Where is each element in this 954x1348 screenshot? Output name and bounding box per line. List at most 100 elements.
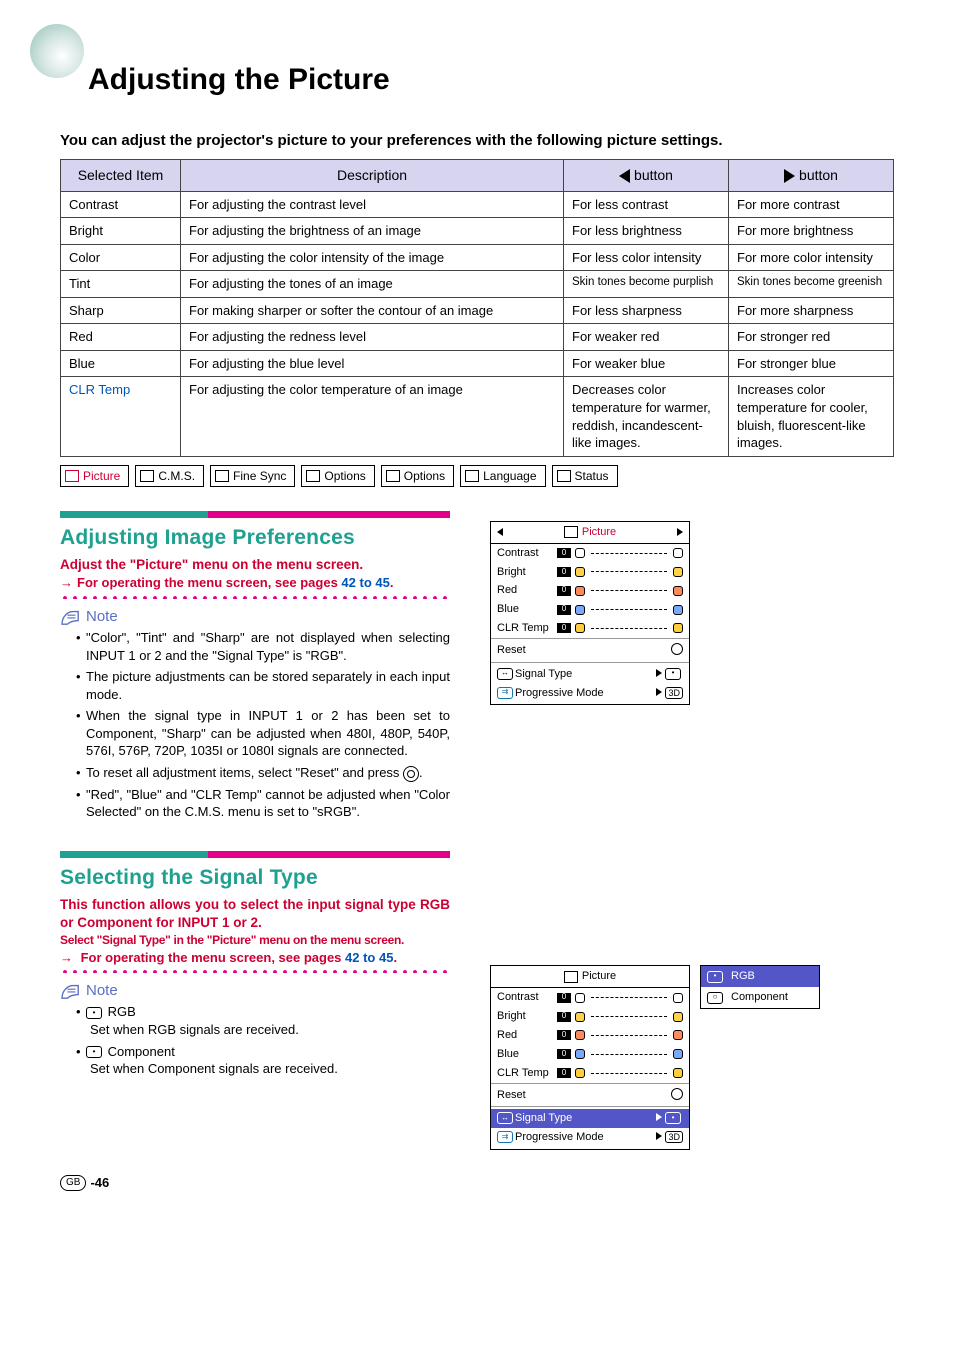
osd-row-label: Blue <box>497 602 553 617</box>
popup-option-rgb[interactable]: •RGB <box>701 966 819 987</box>
slider-knob-left-icon <box>575 605 585 615</box>
slider-knob-right-icon <box>673 1068 683 1078</box>
signal-type-popup: •RGB ○Component <box>700 965 820 1009</box>
osd-slider-row[interactable]: Red 0 <box>491 581 689 600</box>
popup-rgb-label: RGB <box>731 969 755 984</box>
osd-signal-type-row-hl[interactable]: ↔Signal Type • <box>491 1109 689 1128</box>
page-link-2[interactable]: 42 to 45 <box>345 950 393 965</box>
osd-row-value: 0 <box>557 605 571 615</box>
osd-title: Picture <box>564 525 616 540</box>
reset-icon-2 <box>671 1088 683 1100</box>
menu-tab-fine-sync[interactable]: Fine Sync <box>210 465 295 487</box>
slider-knob-left-icon <box>575 623 585 633</box>
cell-left: For weaker red <box>564 324 729 351</box>
osd-slider-row[interactable]: Bright 0 <box>491 563 689 582</box>
section1-subtitle: Adjust the "Picture" menu on the menu sc… <box>60 556 450 574</box>
tab-icon <box>140 470 154 482</box>
slider-knob-left-icon <box>575 1030 585 1040</box>
menu-tab-options[interactable]: Options <box>301 465 374 487</box>
th-desc: Description <box>181 159 564 191</box>
menu-tab-options[interactable]: Options <box>381 465 454 487</box>
menu-tab-c-m-s-[interactable]: C.M.S. <box>135 465 204 487</box>
progressive-icon: ⇉ <box>497 687 513 699</box>
osd-row-label: Bright <box>497 565 553 580</box>
slider-knob-right-icon <box>673 1030 683 1040</box>
osd-signal-type-row[interactable]: ↔Signal Type • <box>497 665 683 684</box>
osd-signal-label: Signal Type <box>515 668 572 680</box>
note-icon-2 <box>60 982 82 1000</box>
notes-list-2: • RGBSet when RGB signals are received.•… <box>76 1003 450 1077</box>
osd-row-label: Red <box>497 1028 553 1043</box>
tab-icon <box>306 470 320 482</box>
slider-knob-right-icon <box>673 586 683 596</box>
osd-signal-label-2: Signal Type <box>515 1112 572 1124</box>
rgb-chip-icon-2: • <box>665 1112 681 1124</box>
slider-track[interactable] <box>591 590 667 591</box>
section1-title: Adjusting Image Preferences <box>60 524 450 552</box>
tab-label: Options <box>404 468 445 484</box>
osd-picture-menu-1: Picture Contrast 0 Bright 0 Red 0 Blue 0… <box>490 521 690 706</box>
osd-next-icon[interactable] <box>677 528 683 536</box>
osd-slider-row[interactable]: Contrast 0 <box>491 988 689 1007</box>
triangle-right-icon <box>784 169 795 183</box>
osd-row-value: 0 <box>557 993 571 1003</box>
osd-row-label: CLR Temp <box>497 621 553 636</box>
popup-option-component[interactable]: ○Component <box>701 987 819 1008</box>
cell-desc: For adjusting the tones of an image <box>181 271 564 298</box>
tab-icon <box>557 470 571 482</box>
intro-text: You can adjust the projector's picture t… <box>60 131 894 151</box>
page-link[interactable]: 42 to 45 <box>341 575 389 590</box>
osd-reset-row-2[interactable]: Reset <box>491 1083 689 1108</box>
note-item: To reset all adjustment items, select "R… <box>76 764 450 782</box>
slider-track[interactable] <box>591 609 667 610</box>
note-label: Note <box>86 607 118 627</box>
note-icon <box>60 608 82 626</box>
cell-item: Red <box>61 324 181 351</box>
tab-icon <box>215 470 229 482</box>
cell-right: For more color intensity <box>729 244 894 271</box>
osd-slider-row[interactable]: CLR Temp 0 <box>491 619 689 638</box>
slider-knob-left-icon <box>575 1012 585 1022</box>
tab-label: C.M.S. <box>158 468 195 484</box>
th-item: Selected Item <box>61 159 181 191</box>
progressive-icon-2: ⇉ <box>497 1131 513 1143</box>
osd-slider-row[interactable]: Red 0 <box>491 1026 689 1045</box>
menu-tab-picture[interactable]: Picture <box>60 465 129 487</box>
linkline-suffix: . <box>390 575 394 590</box>
osd-slider-row[interactable]: Blue 0 <box>491 600 689 619</box>
osd-slider-row[interactable]: Bright 0 <box>491 1007 689 1026</box>
osd-progressive-row-2[interactable]: ⇉Progressive Mode 3D <box>497 1128 683 1147</box>
slider-knob-left-icon <box>575 548 585 558</box>
osd-slider-row[interactable]: Blue 0 <box>491 1045 689 1064</box>
osd-prev-icon[interactable] <box>497 528 503 536</box>
th-left-label: button <box>634 167 673 183</box>
cell-left: For less contrast <box>564 191 729 218</box>
osd-picture-menu-2: Picture Contrast 0 Bright 0 Red 0 Blue 0… <box>490 965 690 1150</box>
slider-track[interactable] <box>591 1073 667 1074</box>
osd-slider-row[interactable]: Contrast 0 <box>491 544 689 563</box>
slider-track[interactable] <box>591 553 667 554</box>
osd-reset-row[interactable]: Reset <box>491 638 689 663</box>
slider-track[interactable] <box>591 571 667 572</box>
enter-button-icon <box>403 766 419 782</box>
menu-tab-status[interactable]: Status <box>552 465 618 487</box>
slider-knob-left-icon <box>575 1049 585 1059</box>
menu-tab-language[interactable]: Language <box>460 465 545 487</box>
note-item: The picture adjustments can be stored se… <box>76 668 450 703</box>
slider-track[interactable] <box>591 1035 667 1036</box>
slider-knob-right-icon <box>673 567 683 577</box>
cell-left: For weaker blue <box>564 350 729 377</box>
cell-left: For less brightness <box>564 218 729 245</box>
slider-knob-right-icon <box>673 623 683 633</box>
osd-progressive-row[interactable]: ⇉Progressive Mode 3D <box>497 684 683 703</box>
osd-slider-row[interactable]: CLR Temp 0 <box>491 1064 689 1083</box>
slider-track[interactable] <box>591 997 667 998</box>
slider-track[interactable] <box>591 1054 667 1055</box>
rgb-chip-icon: • <box>665 668 681 680</box>
slider-track[interactable] <box>591 1016 667 1017</box>
tab-icon <box>386 470 400 482</box>
osd-reset-label-2: Reset <box>497 1088 526 1103</box>
section-rule <box>60 511 450 518</box>
slider-track[interactable] <box>591 628 667 629</box>
cell-right: For more sharpness <box>729 297 894 324</box>
